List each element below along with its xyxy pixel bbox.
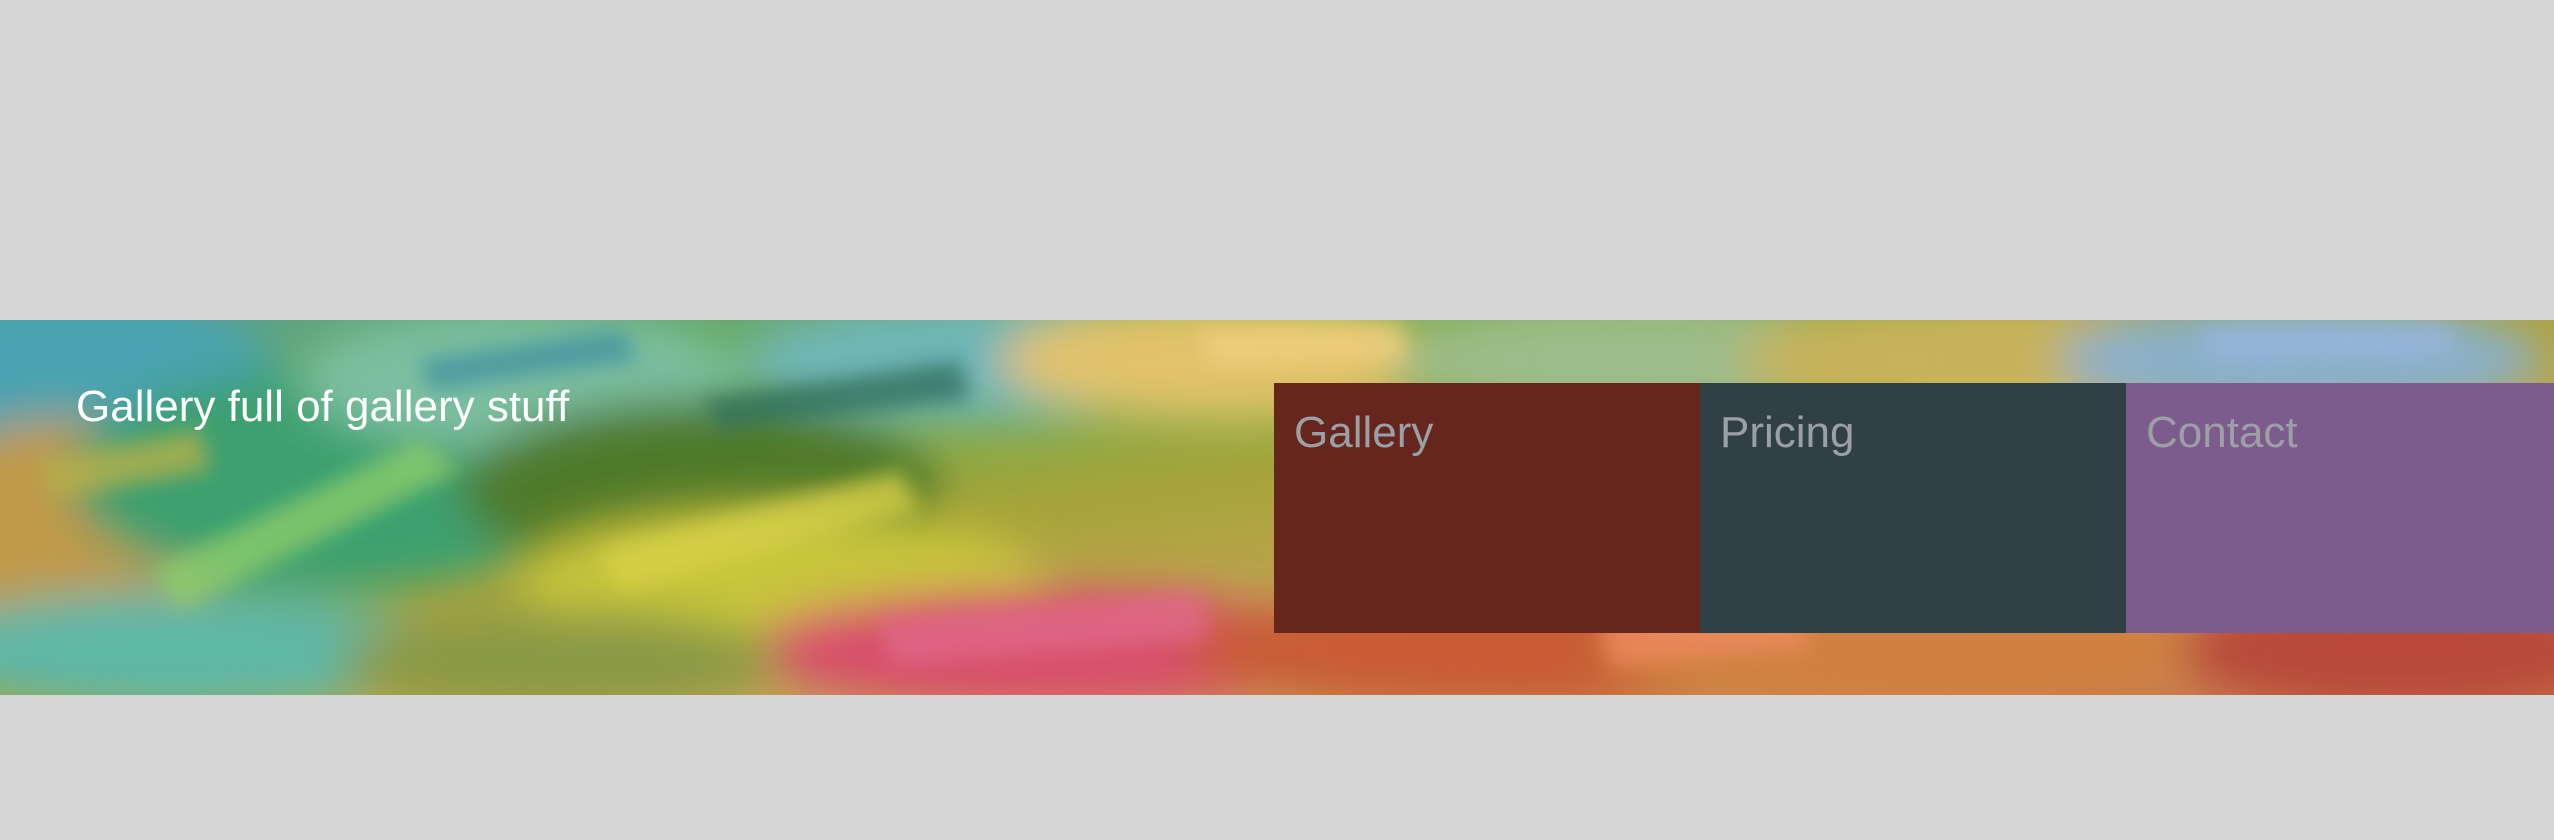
nav-tile-gallery[interactable]: Gallery bbox=[1274, 383, 1700, 633]
hero-banner: Gallery full of gallery stuff Gallery Pr… bbox=[0, 320, 2554, 695]
main-nav: Gallery Pricing Contact bbox=[1274, 383, 2554, 633]
page: Gallery full of gallery stuff Gallery Pr… bbox=[0, 0, 2554, 840]
site-title: Gallery full of gallery stuff bbox=[76, 382, 570, 431]
nav-tile-contact[interactable]: Contact bbox=[2126, 383, 2554, 633]
nav-tile-pricing[interactable]: Pricing bbox=[1700, 383, 2126, 633]
